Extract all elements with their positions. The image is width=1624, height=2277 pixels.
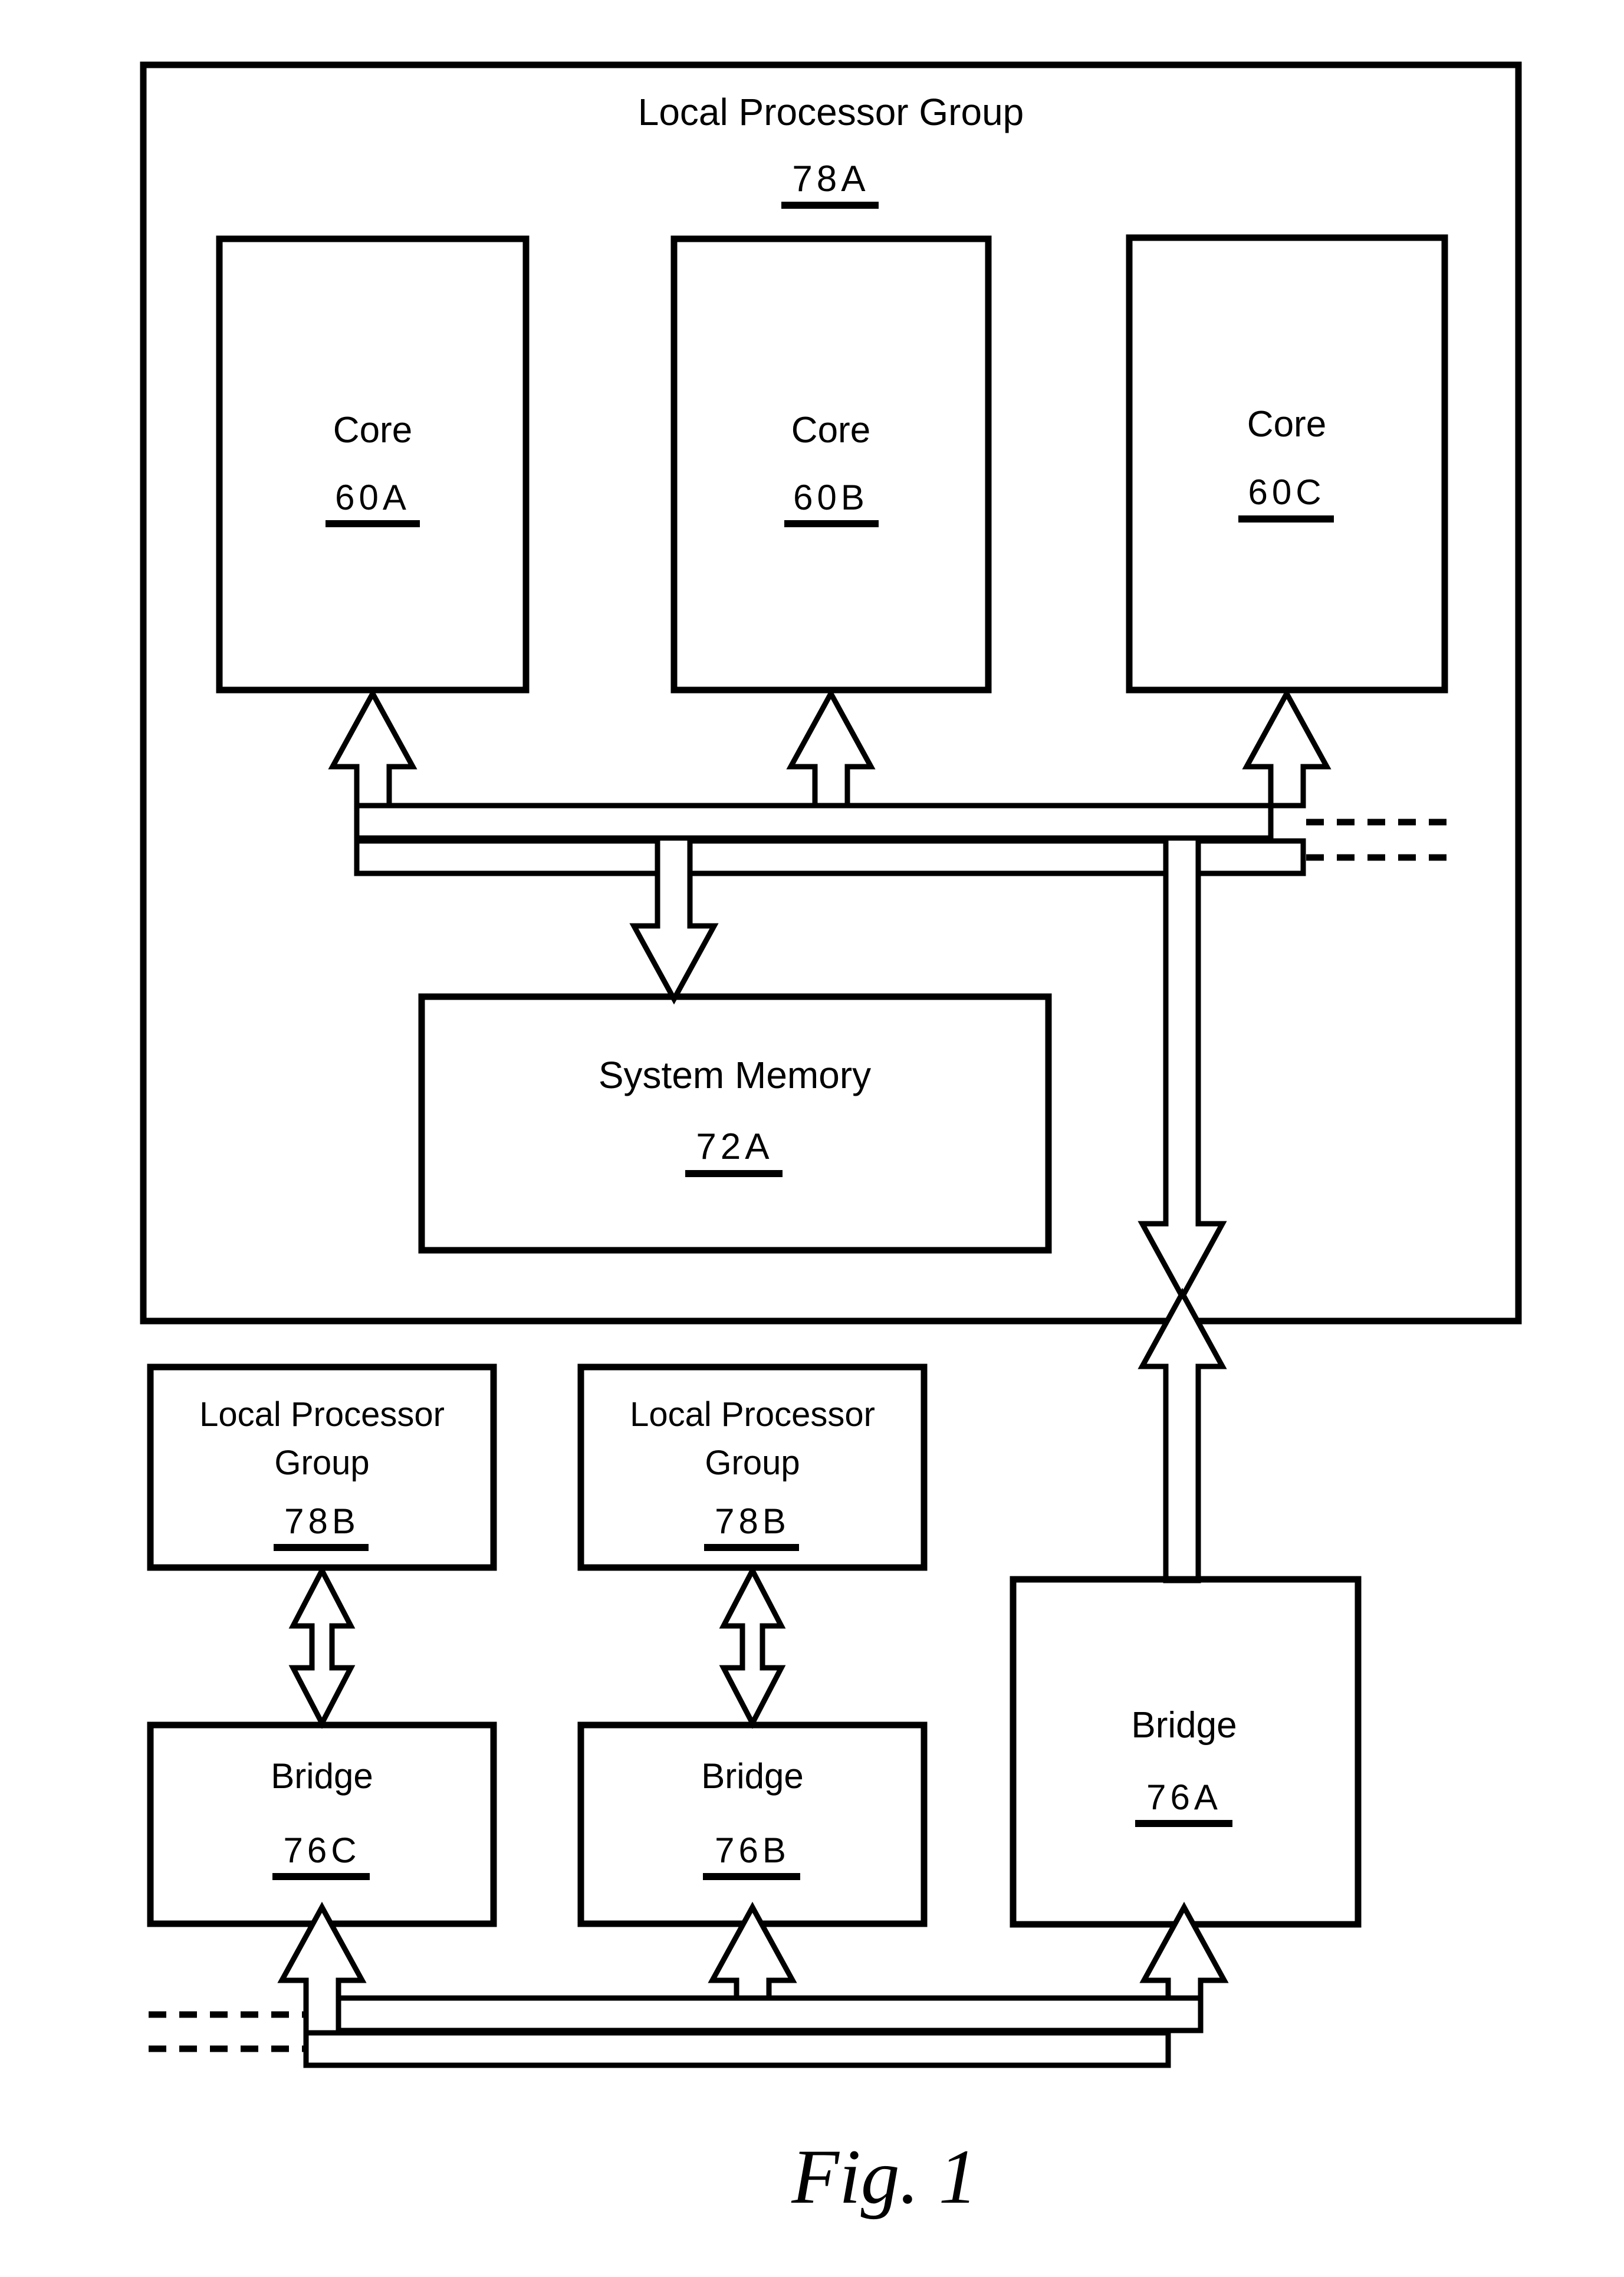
core-60b-box bbox=[670, 235, 992, 694]
core-60a-ref: 60A bbox=[335, 478, 410, 517]
figure-caption: Fig. 1 bbox=[791, 2133, 977, 2220]
bus-rail-lower-inner bbox=[336, 1995, 1204, 2033]
local-processor-group-78b-left-ref: 78B bbox=[284, 1501, 360, 1541]
system-memory-ref: 72A bbox=[696, 1126, 773, 1167]
bus-arrow-to-core-60c bbox=[1242, 688, 1332, 809]
system-memory-label: System Memory bbox=[599, 1054, 871, 1096]
core-60c-box bbox=[1126, 234, 1448, 694]
bus-arrow-to-core-60b bbox=[786, 688, 876, 809]
system-memory-box bbox=[418, 993, 1052, 1254]
bus-rail-upper-inner bbox=[354, 803, 1274, 841]
bridge-76c-box bbox=[147, 1721, 497, 1927]
local-processor-group-78b-left-line2: Group bbox=[274, 1444, 369, 1482]
local-processor-group-78b-mid-ref: 78B bbox=[715, 1501, 790, 1541]
core-60c-label: Core bbox=[1247, 404, 1326, 445]
core-60a-label: Core bbox=[333, 410, 412, 451]
local-processor-group-ref: 78A bbox=[792, 159, 869, 199]
bridge-76a-ref: 76A bbox=[1146, 1777, 1222, 1817]
bridge-76a-box bbox=[1010, 1576, 1362, 1928]
bus-arrow-lpg78b-mid-to-bridge-76b bbox=[719, 1565, 786, 1729]
local-processor-group-title: Local Processor Group bbox=[638, 91, 1024, 133]
bridge-76b-box bbox=[577, 1721, 928, 1927]
core-60c-ref: 60C bbox=[1248, 472, 1325, 512]
bus-rail-lower-outer bbox=[303, 2030, 1171, 2068]
bridge-76b-label: Bridge bbox=[701, 1756, 803, 1796]
local-processor-group-78b-left-line1: Local Processor bbox=[199, 1395, 445, 1434]
bus-arrow-down-to-bridge-76a bbox=[1138, 1287, 1227, 1583]
bridge-76b-ref: 76B bbox=[715, 1831, 790, 1870]
bus-rail-upper-outer bbox=[354, 838, 1306, 876]
bridge-76c-label: Bridge bbox=[271, 1756, 373, 1796]
diagram-canvas: Local Processor Group 78A Core 60A Core … bbox=[140, 61, 1522, 2220]
local-processor-group-78b-mid-line2: Group bbox=[705, 1444, 800, 1482]
core-60b-label: Core bbox=[791, 410, 870, 451]
patent-figure: Local Processor Group 78A Core 60A Core … bbox=[0, 0, 1624, 2277]
bus-arrow-lpg78b-left-to-bridge-76c bbox=[288, 1565, 356, 1729]
bridge-76a-label: Bridge bbox=[1131, 1705, 1237, 1746]
bridge-76c-ref: 76C bbox=[283, 1831, 360, 1870]
core-60a-box bbox=[216, 235, 530, 694]
bus-arrow-down-to-boundary bbox=[1138, 835, 1227, 1303]
core-60b-ref: 60B bbox=[793, 478, 869, 517]
local-processor-group-78b-mid-line1: Local Processor bbox=[630, 1395, 875, 1434]
